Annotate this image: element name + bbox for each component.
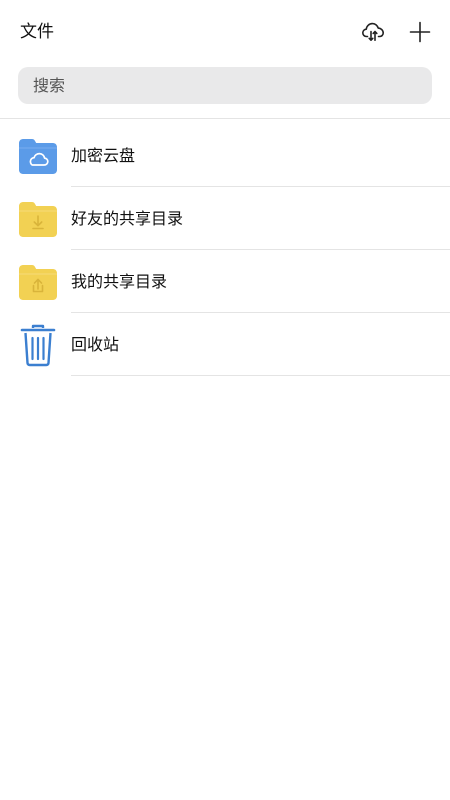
list-item-label: 回收站 [71,335,120,354]
plus-icon [409,21,431,43]
search-bar[interactable] [18,67,432,104]
add-button[interactable] [406,18,434,46]
list-item-friends-shared[interactable]: 好友的共享目录 [0,187,450,250]
list-item-label: 我的共享目录 [71,272,168,291]
file-app: 文件 加密云盘 [0,0,450,800]
upload-folder-icon [16,262,60,302]
header: 文件 [0,0,450,64]
list-item-recycle-bin[interactable]: 回收站 [0,313,450,376]
download-folder-icon [16,199,60,239]
list-item-my-shared[interactable]: 我的共享目录 [0,250,450,313]
list-item-label: 加密云盘 [71,146,136,165]
trash-icon [16,324,60,367]
cloud-sync-button[interactable] [359,18,387,46]
folder-list: 加密云盘 好友的共享目录 我的共享目录 回收站 [0,124,450,376]
list-item-label: 好友的共享目录 [71,209,184,228]
cloud-sync-icon [362,22,384,41]
encrypted-cloud-folder-icon [16,136,60,176]
page-title: 文件 [20,22,54,42]
row-divider [71,375,450,376]
list-item-encrypted-cloud[interactable]: 加密云盘 [0,124,450,187]
search-input[interactable] [31,75,432,96]
header-divider [0,118,450,119]
